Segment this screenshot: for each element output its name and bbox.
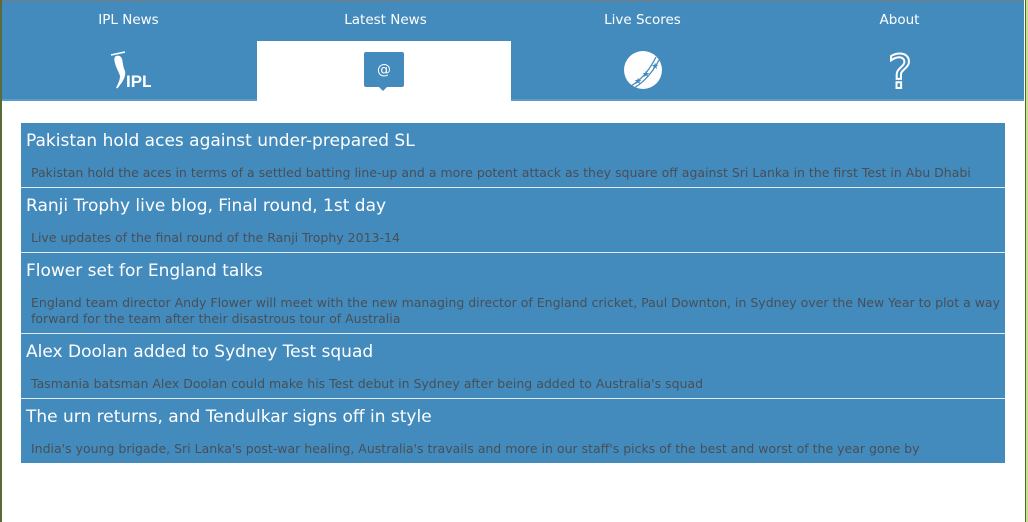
- tab-icon-area[interactable]: ?: [771, 41, 1028, 99]
- at-symbol: @: [377, 62, 391, 78]
- tab-icon-area[interactable]: IPL: [0, 41, 257, 99]
- window-top-border: [0, 0, 1028, 1]
- news-title: Ranji Trophy live blog, Final round, 1st…: [26, 196, 387, 216]
- news-item[interactable]: Alex Doolan added to Sydney Test squad T…: [21, 334, 1005, 399]
- tab-latest-news[interactable]: Latest News @: [257, 0, 514, 101]
- news-item[interactable]: Flower set for England talks England tea…: [21, 253, 1005, 334]
- news-title: The urn returns, and Tendulkar signs off…: [26, 407, 432, 427]
- tab-live-scores[interactable]: Live Scores ★ ★ ★: [514, 0, 771, 101]
- svg-text:★: ★: [651, 62, 659, 72]
- news-list: Pakistan hold aces against under-prepare…: [21, 123, 1005, 463]
- news-title: Flower set for England talks: [26, 261, 263, 281]
- news-description: Tasmania batsman Alex Doolan could make …: [31, 376, 704, 391]
- question-mark-icon: ?: [886, 48, 912, 92]
- window-right-border: [1024, 0, 1028, 522]
- news-item[interactable]: Pakistan hold aces against under-prepare…: [21, 123, 1005, 188]
- tab-label: About: [879, 12, 920, 28]
- tab-label: Live Scores: [604, 12, 681, 28]
- cricket-ball-icon: ★ ★ ★: [623, 51, 662, 89]
- svg-text:★: ★: [634, 77, 642, 87]
- news-title: Pakistan hold aces against under-prepare…: [26, 131, 415, 151]
- news-description: Live updates of the final round of the R…: [31, 230, 400, 245]
- news-description: England team director Andy Flower will m…: [31, 295, 1000, 326]
- news-title: Alex Doolan added to Sydney Test squad: [26, 342, 374, 362]
- tab-about[interactable]: About ?: [771, 0, 1028, 101]
- ipl-logo-text: IPL: [126, 72, 151, 91]
- ipl-logo-icon: IPL: [110, 51, 151, 91]
- tab-ipl-news[interactable]: IPL News IPL: [0, 0, 257, 101]
- tab-icon-area[interactable]: @: [257, 41, 511, 101]
- news-description: Pakistan hold the aces in terms of a set…: [31, 165, 971, 180]
- at-chat-bubble-icon: @: [364, 52, 404, 91]
- svg-text:★: ★: [642, 70, 650, 80]
- tab-icon-area[interactable]: ★ ★ ★: [514, 41, 771, 99]
- news-item[interactable]: The urn returns, and Tendulkar signs off…: [21, 399, 1005, 463]
- news-description: India's young brigade, Sri Lanka's post-…: [31, 441, 920, 456]
- tab-bar: IPL News IPL Latest News @ Live Scores ★…: [0, 0, 1028, 101]
- list-bottom-edge: [0, 510, 1024, 522]
- window-left-border: [0, 0, 2, 522]
- tab-label: Latest News: [344, 12, 427, 28]
- tab-label: IPL News: [98, 12, 159, 28]
- news-item[interactable]: Ranji Trophy live blog, Final round, 1st…: [21, 188, 1005, 253]
- question-mark-glyph: ?: [887, 48, 911, 92]
